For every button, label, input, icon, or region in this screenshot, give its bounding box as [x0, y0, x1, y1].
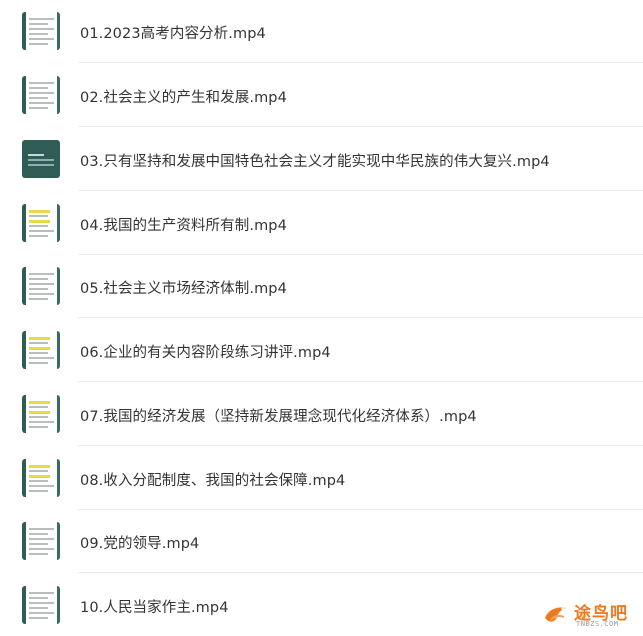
file-row[interactable]: 04.我国的生产资料所有制.mp4	[0, 192, 643, 255]
video-thumbnail[interactable]	[22, 12, 60, 50]
file-name[interactable]: 07.我国的经济发展（坚持新发展理念现代化经济体系）.mp4	[80, 405, 477, 426]
row-divider	[78, 572, 643, 573]
watermark-url-text: TNBZS.COM	[576, 620, 619, 628]
file-row[interactable]: 07.我国的经济发展（坚持新发展理念现代化经济体系）.mp4	[0, 383, 643, 446]
file-name[interactable]: 08.收入分配制度、我国的社会保障.mp4	[80, 469, 345, 490]
file-row[interactable]: 05.社会主义市场经济体制.mp4	[0, 255, 643, 318]
row-divider	[78, 445, 643, 446]
file-name[interactable]: 02.社会主义的产生和发展.mp4	[80, 86, 287, 107]
row-divider	[78, 317, 643, 318]
file-row[interactable]: 08.收入分配制度、我国的社会保障.mp4	[0, 447, 643, 510]
row-divider	[78, 381, 643, 382]
file-name[interactable]: 05.社会主义市场经济体制.mp4	[80, 277, 287, 298]
file-name[interactable]: 01.2023高考内容分析.mp4	[80, 22, 266, 43]
file-name[interactable]: 06.企业的有关内容阶段练习讲评.mp4	[80, 341, 331, 362]
site-watermark: 途鸟吧 TNBZS.COM	[540, 598, 640, 632]
row-divider	[78, 62, 643, 63]
file-name[interactable]: 03.只有坚持和发展中国特色社会主义才能实现中华民族的伟大复兴.mp4	[80, 150, 550, 171]
file-row[interactable]: 01.2023高考内容分析.mp4	[0, 0, 643, 63]
row-divider	[78, 190, 643, 191]
row-divider	[78, 126, 643, 127]
video-thumbnail[interactable]	[22, 331, 60, 369]
file-name[interactable]: 04.我国的生产资料所有制.mp4	[80, 214, 287, 235]
video-thumbnail[interactable]	[22, 459, 60, 497]
video-thumbnail[interactable]	[22, 204, 60, 242]
video-thumbnail[interactable]	[22, 522, 60, 560]
file-name[interactable]: 09.党的领导.mp4	[80, 532, 199, 553]
video-thumbnail[interactable]	[22, 140, 60, 178]
file-row[interactable]: 03.只有坚持和发展中国特色社会主义才能实现中华民族的伟大复兴.mp4	[0, 128, 643, 191]
video-thumbnail[interactable]	[22, 267, 60, 305]
video-thumbnail[interactable]	[22, 586, 60, 624]
file-row[interactable]: 06.企业的有关内容阶段练习讲评.mp4	[0, 319, 643, 382]
video-file-list: 01.2023高考内容分析.mp4 02.社会主义的产生和发展.mp4 03.只…	[0, 0, 643, 636]
bird-logo-icon	[545, 607, 566, 622]
file-name[interactable]: 10.人民当家作主.mp4	[80, 596, 229, 617]
video-thumbnail[interactable]	[22, 76, 60, 114]
file-row[interactable]: 02.社会主义的产生和发展.mp4	[0, 64, 643, 127]
file-row[interactable]: 09.党的领导.mp4	[0, 510, 643, 573]
video-thumbnail[interactable]	[22, 395, 60, 433]
